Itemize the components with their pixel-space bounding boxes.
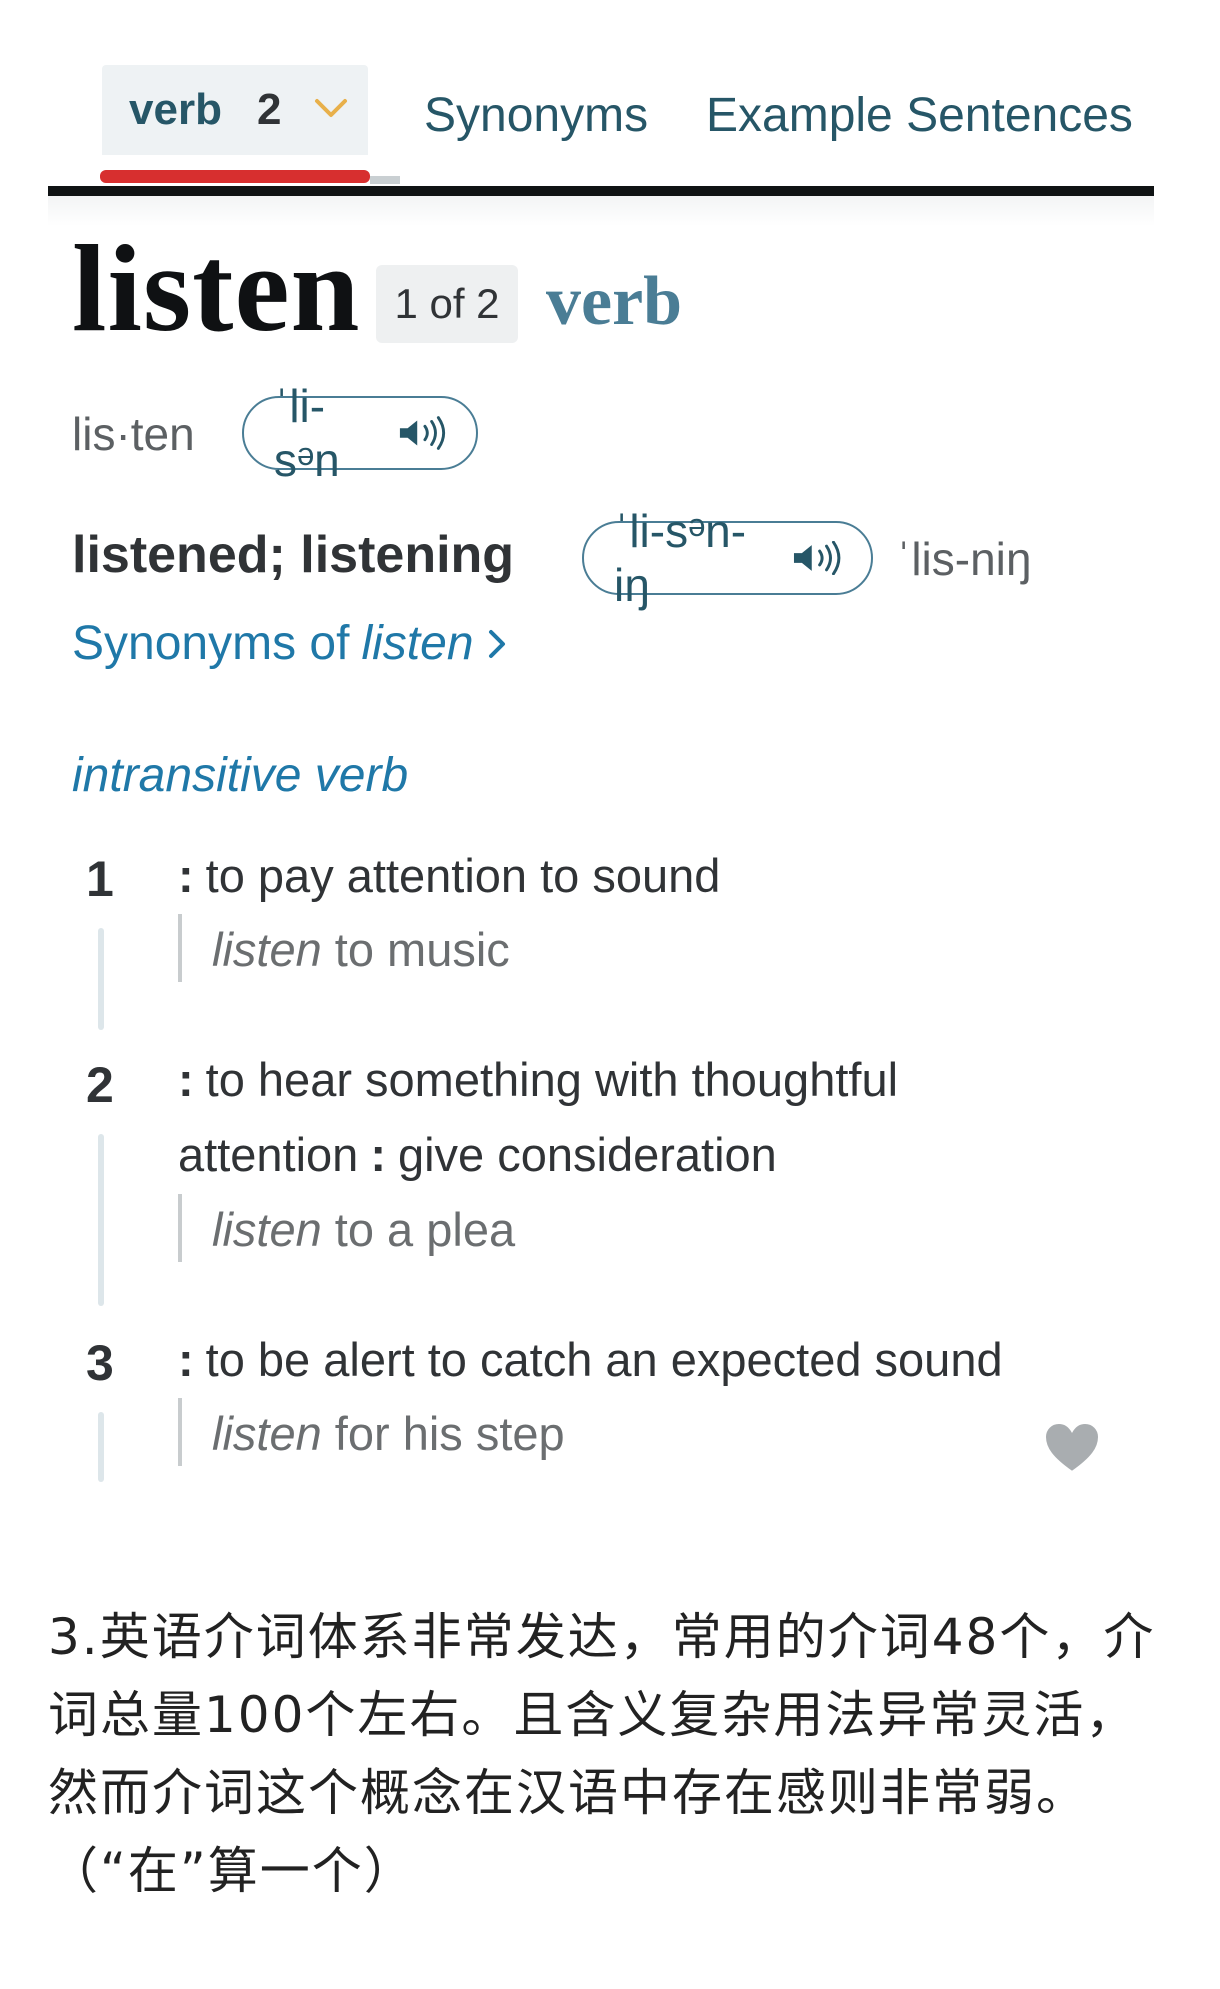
example-quote-bar xyxy=(178,914,182,982)
tab-example-sentences[interactable]: Example Sentences xyxy=(706,88,1133,143)
inflection-pronunciation-text: ˈli-sᵊn-iŋ xyxy=(614,505,747,611)
definition-text: to be alert to catch an expected sound xyxy=(205,1333,1003,1386)
headword: listen xyxy=(72,220,361,357)
sense-definition: : to be alert to catch an expected sound xyxy=(178,1333,1003,1386)
chevron-right-icon xyxy=(488,629,505,658)
tab-verb-label: verb xyxy=(129,85,222,134)
example-text: for his step xyxy=(321,1407,565,1460)
tab-verb[interactable]: verb 2 xyxy=(102,65,368,155)
alternate-pronunciation: ˈlis-niŋ xyxy=(896,533,1032,585)
subdefinition-text: give consideration xyxy=(397,1128,777,1181)
header-divider xyxy=(48,186,1154,196)
sense-definition: : to hear something with thoughtful atten… xyxy=(178,1053,899,1181)
usage-example: listen for his step xyxy=(212,1406,565,1461)
tab-indicator-track xyxy=(370,176,400,184)
sense-number: 2 xyxy=(86,1057,114,1113)
example-text: to a plea xyxy=(321,1203,516,1256)
synonyms-link-prefix: Synonyms of xyxy=(72,617,350,670)
active-tab-indicator xyxy=(100,170,370,183)
sense-definition: : to pay attention to sound xyxy=(178,849,721,902)
sense-number: 1 xyxy=(86,851,114,907)
example-keyword: listen xyxy=(212,923,322,976)
sense-indicator-bar xyxy=(98,928,104,1030)
sense-indicator-bar xyxy=(98,1134,104,1306)
synonyms-of-listen-link[interactable]: Synonyms of listen xyxy=(72,616,508,671)
example-quote-bar xyxy=(178,1194,182,1262)
example-keyword: listen xyxy=(212,1407,322,1460)
pronunciation-text: ˈli-sᵊn xyxy=(274,380,340,486)
definition-text: to pay attention to sound xyxy=(205,849,721,902)
pronunciation-button[interactable]: ˈli-sᵊn xyxy=(242,380,478,486)
sense-number: 3 xyxy=(86,1335,114,1391)
usage-example: listen to music xyxy=(212,922,510,977)
example-quote-bar xyxy=(178,1398,182,1466)
synonyms-link-word: listen xyxy=(361,617,474,670)
part-of-speech: verb xyxy=(546,263,683,340)
example-text: to music xyxy=(321,923,510,976)
tab-verb-count: 2 xyxy=(257,85,282,134)
inflected-forms: listened; listening xyxy=(72,526,515,584)
syllabification: lis·ten xyxy=(72,408,195,460)
speaker-icon xyxy=(400,416,446,450)
tab-synonyms[interactable]: Synonyms xyxy=(424,88,648,143)
chevron-down-icon[interactable] xyxy=(312,93,350,123)
usage-example: listen to a plea xyxy=(212,1202,515,1257)
speaker-icon xyxy=(793,541,841,575)
sense-indicator-bar xyxy=(98,1412,104,1482)
heart-icon[interactable] xyxy=(1042,1420,1102,1476)
intransitive-verb-label: intransitive verb xyxy=(72,749,409,802)
inflection-pronunciation-button[interactable]: ˈli-sᵊn-iŋ xyxy=(582,505,873,611)
entry-number-badge: 1 of 2 xyxy=(376,265,518,343)
example-keyword: listen xyxy=(212,1203,322,1256)
caption-text: 3.英语介词体系非常发达，常用的介词48个，介词总量100个左右。且含义复杂用法… xyxy=(48,1608,1156,1900)
